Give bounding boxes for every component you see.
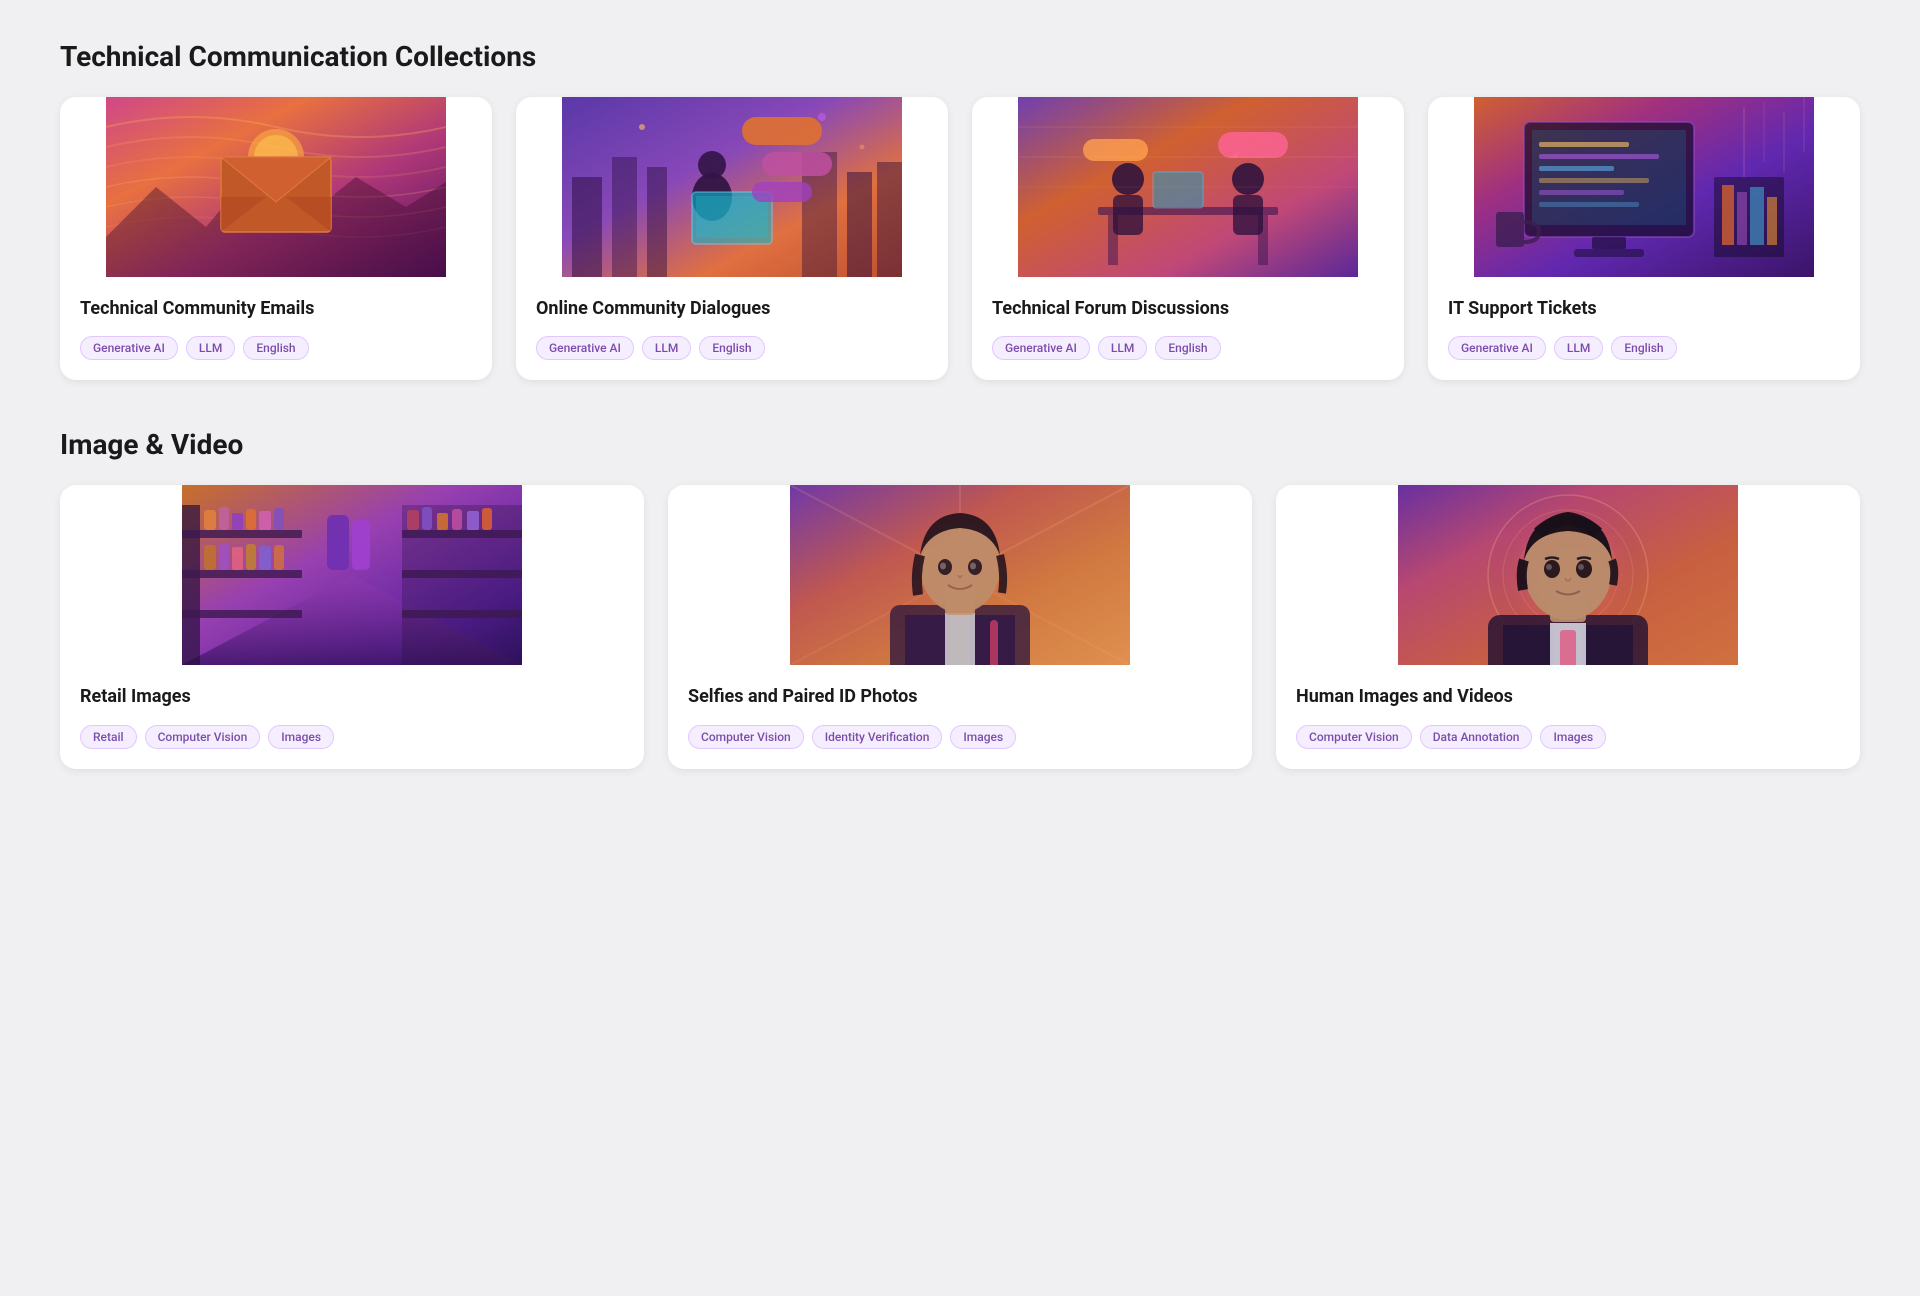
tag[interactable]: Identity Verification	[812, 725, 943, 749]
section-technical-communication: Technical Communication Collections	[60, 40, 1860, 380]
card-title: Human Images and Videos	[1296, 685, 1840, 708]
tag[interactable]: Computer Vision	[145, 725, 261, 749]
cards-grid: Retail Images Retail Computer Vision Images	[60, 485, 1860, 768]
card-body: Selfies and Paired ID Photos Computer Vis…	[668, 665, 1252, 768]
tag[interactable]: Generative AI	[80, 336, 178, 360]
card-tags: Retail Computer Vision Images	[80, 725, 624, 749]
card-title: IT Support Tickets	[1448, 297, 1840, 320]
card-body: IT Support Tickets Generative AI LLM Englis…	[1428, 277, 1860, 380]
card-tags: Computer Vision Data Annotation Images	[1296, 725, 1840, 749]
tag[interactable]: LLM	[1554, 336, 1603, 360]
card-tags: Generative AI LLM English	[992, 336, 1384, 360]
card-title: Selfies and Paired ID Photos	[688, 685, 1232, 708]
card-visual	[60, 485, 644, 665]
card-tags: Generative AI LLM English	[1448, 336, 1840, 360]
card-it-support-tickets[interactable]: IT Support Tickets Generative AI LLM Englis…	[1428, 97, 1860, 380]
cards-grid: Technical Community Emails Generative AI L…	[60, 97, 1860, 380]
card-title: Technical Community Emails	[80, 297, 472, 320]
tag[interactable]: LLM	[1098, 336, 1147, 360]
card-body: Technical Forum Discussions Generative AI…	[972, 277, 1404, 380]
tag[interactable]: LLM	[642, 336, 691, 360]
tag[interactable]: English	[1611, 336, 1676, 360]
tag[interactable]: Generative AI	[1448, 336, 1546, 360]
card-visual	[668, 485, 1252, 665]
card-technical-community-emails[interactable]: Technical Community Emails Generative AI L…	[60, 97, 492, 380]
tag[interactable]: Data Annotation	[1420, 725, 1533, 749]
card-title: Technical Forum Discussions	[992, 297, 1384, 320]
tag[interactable]: Images	[1540, 725, 1606, 749]
card-title: Online Community Dialogues	[536, 297, 928, 320]
tag[interactable]: Retail	[80, 725, 137, 749]
tag[interactable]: Computer Vision	[1296, 725, 1412, 749]
tag[interactable]: English	[1155, 336, 1220, 360]
card-visual	[516, 97, 948, 277]
card-visual	[60, 97, 492, 277]
section-title: Technical Communication Collections	[60, 40, 1860, 73]
card-visual	[972, 97, 1404, 277]
card-selfies-paired-id[interactable]: Selfies and Paired ID Photos Computer Vis…	[668, 485, 1252, 768]
card-body: Online Community Dialogues Generative AI L…	[516, 277, 948, 380]
card-visual	[1428, 97, 1860, 277]
tag[interactable]: Generative AI	[992, 336, 1090, 360]
card-body: Technical Community Emails Generative AI L…	[60, 277, 492, 380]
card-human-images-videos[interactable]: Human Images and Videos Computer Vision Da…	[1276, 485, 1860, 768]
tag[interactable]: Computer Vision	[688, 725, 804, 749]
card-body: Human Images and Videos Computer Vision Da…	[1276, 665, 1860, 768]
section-title: Image & Video	[60, 428, 1860, 461]
card-visual	[1276, 485, 1860, 665]
card-title: Retail Images	[80, 685, 624, 708]
card-tags: Generative AI LLM English	[536, 336, 928, 360]
card-online-community-dialogues[interactable]: Online Community Dialogues Generative AI L…	[516, 97, 948, 380]
app-container: Technical Communication Collections	[60, 40, 1860, 769]
tag[interactable]: LLM	[186, 336, 235, 360]
card-retail-images[interactable]: Retail Images Retail Computer Vision Images	[60, 485, 644, 768]
card-tags: Computer Vision Identity Verification Imag…	[688, 725, 1232, 749]
tag[interactable]: Generative AI	[536, 336, 634, 360]
tag[interactable]: Images	[268, 725, 334, 749]
tag[interactable]: English	[699, 336, 764, 360]
tag[interactable]: Images	[950, 725, 1016, 749]
section-image-video: Image & Video	[60, 428, 1860, 768]
tag[interactable]: English	[243, 336, 308, 360]
card-tags: Generative AI LLM English	[80, 336, 472, 360]
card-body: Retail Images Retail Computer Vision Images	[60, 665, 644, 768]
card-technical-forum-discussions[interactable]: Technical Forum Discussions Generative AI…	[972, 97, 1404, 380]
